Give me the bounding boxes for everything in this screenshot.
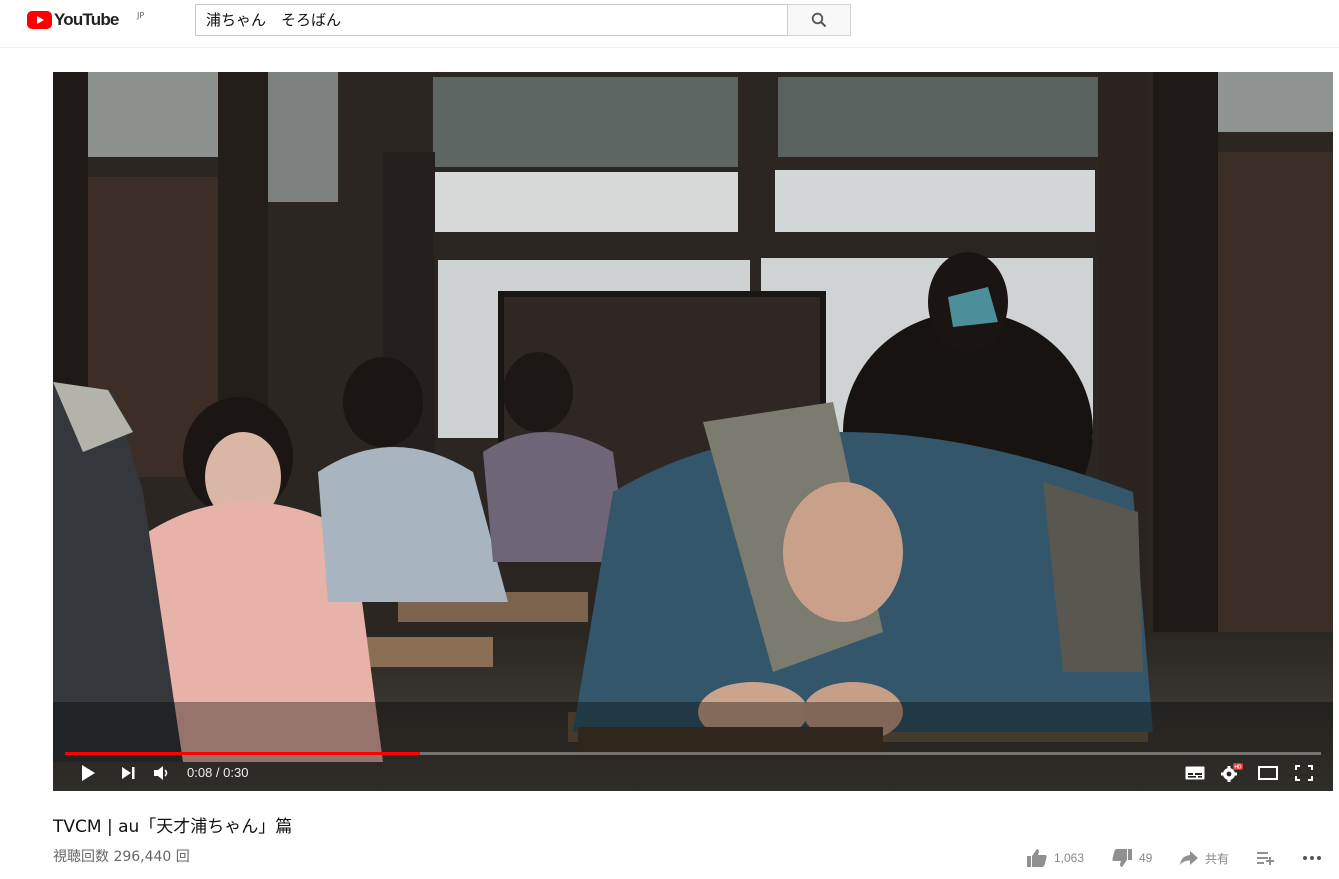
fullscreen-icon [1295, 765, 1313, 781]
more-actions-button[interactable] [1302, 846, 1322, 870]
dislike-button[interactable]: 49 [1111, 846, 1152, 870]
masthead: YouTube JP 浦ちゃん そろばん [0, 0, 1339, 48]
search-button[interactable] [787, 4, 851, 36]
search-icon [811, 12, 827, 28]
video-frame [53, 72, 1333, 791]
share-button[interactable]: 共有 [1179, 846, 1229, 870]
youtube-play-icon [27, 11, 52, 29]
video-player[interactable]: 0:08 / 0:30 HD [53, 72, 1333, 791]
add-to-playlist-button[interactable] [1256, 846, 1276, 870]
fullscreen-button[interactable] [1292, 762, 1316, 784]
dislike-count: 49 [1139, 851, 1153, 865]
volume-icon [154, 766, 168, 780]
settings-button[interactable]: HD [1219, 762, 1245, 784]
youtube-logo[interactable]: YouTube JP [27, 10, 144, 30]
play-icon [82, 765, 95, 781]
gear-icon: HD [1221, 763, 1243, 782]
playlist-add-icon [1257, 852, 1274, 865]
thumbs-up-icon [1027, 849, 1047, 867]
time-display: 0:08 / 0:30 [187, 765, 249, 780]
logo-text: YouTube [54, 10, 119, 29]
theater-mode-button[interactable] [1256, 762, 1280, 784]
video-title: TVCM | au「天才浦ちゃん」篇 [53, 817, 293, 837]
svg-text:HD: HD [1234, 765, 1242, 771]
subtitles-button[interactable] [1184, 762, 1206, 784]
progress-played [65, 752, 420, 755]
logo-region: JP [137, 11, 145, 20]
subtitles-icon [1185, 766, 1205, 780]
theater-mode-icon [1258, 766, 1278, 780]
more-horizontal-icon [1303, 856, 1321, 860]
view-count: 視聴回数 296,440 回 [53, 849, 190, 865]
volume-button[interactable] [151, 762, 173, 784]
like-button[interactable]: 1,063 [1026, 846, 1084, 870]
progress-bar[interactable] [65, 752, 1321, 755]
skip-next-icon [122, 767, 135, 779]
like-count: 1,063 [1054, 851, 1085, 865]
next-button[interactable] [117, 762, 139, 784]
thumbs-down-icon [1112, 849, 1132, 867]
play-button[interactable] [77, 762, 99, 784]
share-icon [1180, 851, 1198, 865]
search-input[interactable]: 浦ちゃん そろばん [195, 4, 787, 36]
share-label: 共有 [1205, 851, 1230, 866]
